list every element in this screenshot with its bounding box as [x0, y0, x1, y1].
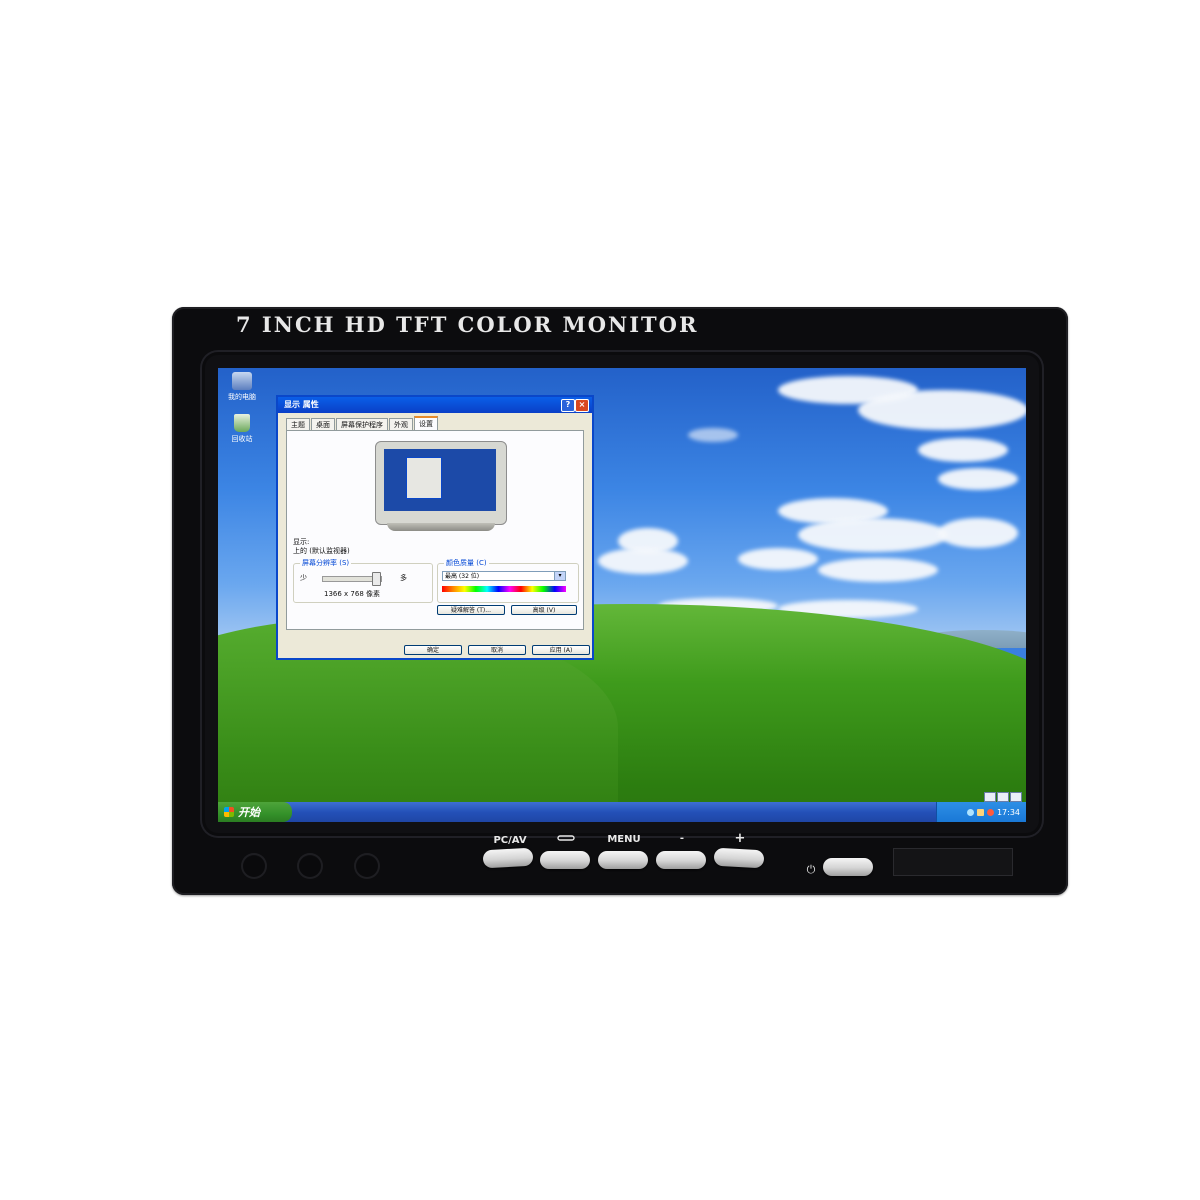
- apply-button[interactable]: 应用 (A): [532, 645, 590, 655]
- resolution-slider-thumb[interactable]: [372, 572, 381, 586]
- monitor-brand-label: 7 INCH HD TFT COLOR MONITOR: [236, 312, 699, 337]
- desktop-icon-label: 回收站: [231, 435, 253, 443]
- close-button[interactable]: ×: [575, 399, 589, 412]
- bottom-left-knob: [354, 853, 380, 879]
- bottom-left-knob: [241, 853, 267, 879]
- network-icon[interactable]: [966, 808, 974, 816]
- minus-button-label: -: [679, 833, 685, 844]
- resolution-title: 屏幕分辨率 (S): [300, 558, 352, 568]
- help-button[interactable]: ?: [561, 399, 575, 412]
- input-swap-icon: [536, 833, 596, 848]
- minus-button[interactable]: [656, 851, 706, 869]
- bottom-left-knob: [297, 853, 323, 879]
- screen: 我的电脑 回收站 显示 属性 ? × 主题 桌面 屏幕保护程序 外观 设置 显示…: [218, 368, 1026, 822]
- resolution-group: 屏幕分辨率 (S) 少 多 1366 x 768 像素: [293, 558, 433, 603]
- security-icon[interactable]: [986, 808, 994, 816]
- cancel-button[interactable]: 取消: [468, 645, 526, 655]
- desktop-icon-recycle-bin[interactable]: 回收站: [222, 414, 262, 444]
- swap-button[interactable]: [540, 851, 590, 869]
- pcav-button-label: PC/AV: [493, 835, 527, 846]
- windows-logo-icon: [224, 807, 234, 817]
- clock[interactable]: 17:34: [997, 808, 1020, 817]
- resolution-more: 多: [400, 574, 407, 582]
- resolution-less: 少: [300, 574, 307, 582]
- language-bar-icon: [1010, 792, 1022, 802]
- menu-button[interactable]: [598, 851, 648, 869]
- preview-window: [406, 457, 442, 499]
- monitor-preview: [375, 441, 507, 525]
- ok-button[interactable]: 确定: [404, 645, 462, 655]
- system-tray: 17:34: [936, 802, 1026, 822]
- taskbar: [218, 802, 1026, 822]
- desktop-icon-label: 我的电脑: [228, 393, 256, 401]
- display-value: 上的 (默认监视器): [293, 547, 350, 555]
- volume-icon[interactable]: [976, 808, 984, 816]
- color-spectrum-bar: [442, 586, 566, 592]
- color-quality-select[interactable]: 最高 (32 位) ▾: [442, 571, 566, 581]
- pcav-button[interactable]: [482, 847, 534, 869]
- color-quality-title: 颜色质量 (C): [444, 558, 489, 568]
- window-title: 显示 属性: [284, 400, 319, 409]
- language-bar[interactable]: [984, 792, 1022, 802]
- color-quality-selected: 最高 (32 位): [445, 573, 480, 580]
- settings-panel: 显示: 上的 (默认监视器) 屏幕分辨率 (S) 少 多 1366 x 768 …: [286, 430, 584, 630]
- color-quality-group: 颜色质量 (C) 最高 (32 位) ▾: [437, 558, 579, 603]
- troubleshoot-button[interactable]: 疑难解答 (T)...: [437, 605, 505, 615]
- monitor-preview-base: [387, 523, 495, 531]
- recycle-bin-icon: [234, 414, 250, 432]
- my-computer-icon: [232, 372, 252, 390]
- power-icon: ⏻: [806, 863, 816, 876]
- advanced-button[interactable]: 高级 (V): [511, 605, 577, 615]
- language-bar-icon: [984, 792, 996, 802]
- start-button[interactable]: 开始: [218, 802, 292, 822]
- chevron-down-icon: ▾: [554, 572, 565, 580]
- language-bar-icon: [997, 792, 1009, 802]
- start-label: 开始: [238, 806, 260, 819]
- power-button[interactable]: [823, 858, 873, 876]
- window-titlebar: 显示 属性: [278, 397, 592, 413]
- menu-button-label: MENU: [607, 834, 641, 845]
- plus-button[interactable]: [713, 847, 765, 869]
- ir-sensor-window: [893, 848, 1013, 876]
- resolution-value: 1366 x 768 像素: [324, 590, 380, 598]
- desktop-icon-my-computer[interactable]: 我的电脑: [222, 372, 262, 402]
- display-properties-window: 显示 属性 ? × 主题 桌面 屏幕保护程序 外观 设置 显示: 上的 (默认监…: [276, 395, 594, 660]
- plus-button-label: +: [734, 831, 746, 846]
- monitor-preview-screen: [384, 449, 496, 511]
